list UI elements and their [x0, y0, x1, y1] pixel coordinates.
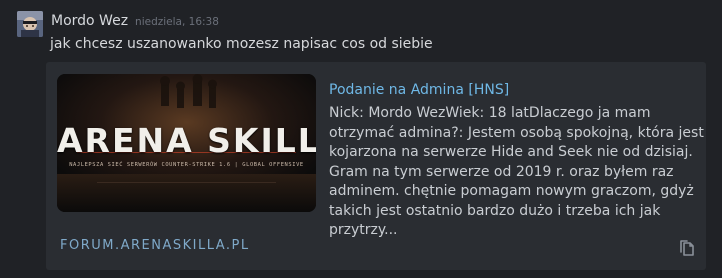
copy-icon[interactable] [677, 238, 697, 258]
embed-description-line: Nick: Mordo WezWiek: 18 latDlaczego ja m… [329, 105, 651, 121]
embed-thumbnail[interactable]: ARENA SKILLA NAJLEPSZA SIEĆ SERWERÓW COU… [57, 74, 316, 212]
brand-logo-title: ARENA SKILLA [57, 121, 316, 160]
message-timestamp: niedziela, 16:38 [135, 16, 219, 28]
brand-logo-subtitle: NAJLEPSZA SIEĆ SERWERÓW COUNTER-STRIKE 1… [69, 162, 304, 168]
message-text: jak chcesz uszanowanko mozesz napisac co… [50, 36, 433, 52]
author-name[interactable]: Mordo Wez [51, 13, 128, 29]
embed-description-line: otrzymać admina?: Jestem osobą spokojną,… [329, 124, 704, 141]
embed-description-line: Gram na tym serwerze od 2019 r. oraz był… [329, 163, 674, 180]
embed-description-line: takich jest ostatnio bardzo dużo i trzeb… [329, 202, 661, 219]
message-header: Mordo Wez niedziela, 16:38 [51, 13, 219, 33]
embed-description-line: przytrzy... [329, 222, 398, 238]
embed-description-line: kojarzona na serwerze Hide and Seek nie … [329, 144, 693, 160]
embed-title-link[interactable]: Podanie na Admina [HNS] [329, 82, 509, 98]
link-embed-card: ARENA SKILLA NAJLEPSZA SIEĆ SERWERÓW COU… [46, 62, 706, 270]
chat-message: Mordo Wez niedziela, 16:38 jak chcesz us… [0, 0, 722, 278]
embed-domain-link[interactable]: FORUM.ARENASKILLA.PL [60, 238, 250, 253]
avatar[interactable] [17, 11, 43, 37]
embed-description: Nick: Mordo WezWiek: 18 latDlaczego ja m… [329, 104, 704, 241]
embed-description-line: adminem. chętnie pomagam nowym graczom, … [329, 183, 694, 199]
